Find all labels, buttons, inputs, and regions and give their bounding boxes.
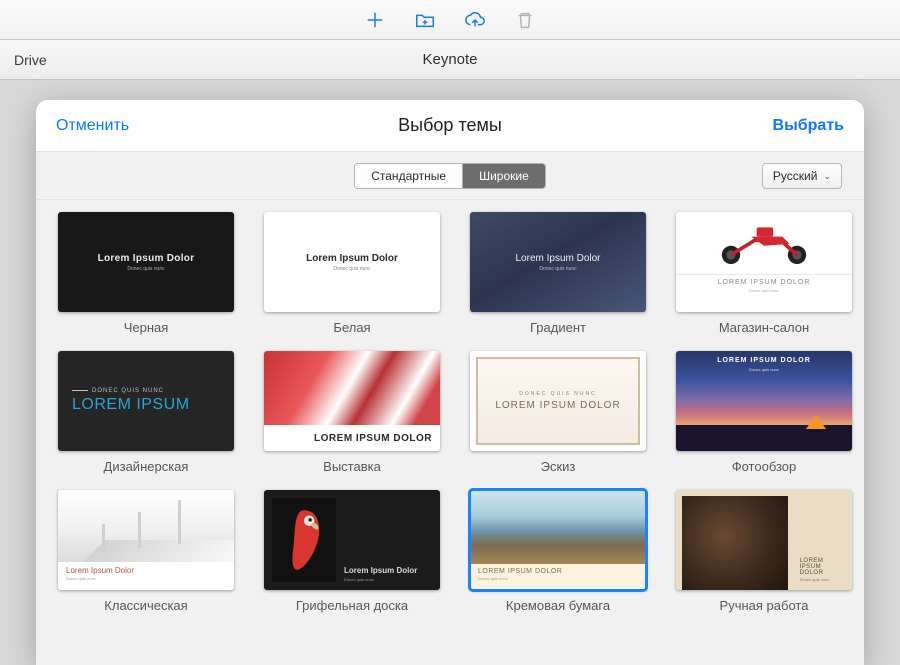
theme-label: Фотообзор — [732, 459, 797, 474]
theme-thumb: LOREM IPSUM DOLOR Donec quis nunc — [470, 490, 646, 590]
theme-item-photo-essay[interactable]: LOREM IPSUM DOLOR Donec quis nunc Фотооб… — [676, 351, 852, 474]
theme-thumb: Lorem Ipsum Dolor Donec quis nunc — [58, 490, 234, 590]
theme-thumb: DONEC QUIS NUNC LOREM IPSUM DOLOR — [470, 351, 646, 451]
chevron-down-icon: ⌄ — [823, 171, 831, 182]
theme-item-sketch[interactable]: DONEC QUIS NUNC LOREM IPSUM DOLOR Эскиз — [470, 351, 646, 474]
theme-label: Классическая — [104, 598, 187, 613]
theme-item-gradient[interactable]: Lorem Ipsum Dolor Donec quis nunc Градие… — [470, 212, 646, 335]
theme-label: Кремовая бумага — [506, 598, 610, 613]
panel-title: Выбор темы — [36, 115, 864, 136]
themes-scroll-area[interactable]: Lorem Ipsum Dolor Donec quis nunc Черная… — [36, 200, 864, 665]
segment-wide[interactable]: Широкие — [462, 164, 545, 188]
theme-thumb: DONEC QUIS NUNC LOREM IPSUM — [58, 351, 234, 451]
theme-thumb: Lorem Ipsum Dolor Donec quis nunc — [264, 490, 440, 590]
theme-item-showroom[interactable]: LOREM IPSUM DOLOR Donec quis nunc Магази… — [676, 212, 852, 335]
theme-thumb: LOREM IPSUM DOLOR Donec quis nunc — [676, 490, 852, 590]
parrot-icon — [272, 498, 336, 582]
aspect-segmented-control: Стандартные Широкие — [354, 163, 546, 189]
app-header: Drive Keynote — [0, 40, 900, 80]
theme-chooser-panel: Отменить Выбор темы Выбрать Стандартные … — [36, 100, 864, 665]
theme-item-slate[interactable]: Lorem Ipsum Dolor Donec quis nunc Грифел… — [264, 490, 440, 613]
theme-label: Грифельная доска — [296, 598, 408, 613]
theme-label: Белая — [333, 320, 370, 335]
segment-standard[interactable]: Стандартные — [355, 164, 462, 188]
system-toolbar — [0, 0, 900, 40]
theme-label: Дизайнерская — [104, 459, 189, 474]
language-dropdown[interactable]: Русский ⌄ — [762, 163, 842, 189]
plus-icon[interactable] — [364, 9, 386, 31]
theme-label: Ручная работа — [720, 598, 809, 613]
cancel-button[interactable]: Отменить — [56, 117, 129, 135]
app-title: Keynote — [0, 51, 900, 68]
choose-button[interactable]: Выбрать — [773, 117, 844, 135]
theme-item-black[interactable]: Lorem Ipsum Dolor Donec quis nunc Черная — [58, 212, 234, 335]
theme-thumb: Lorem Ipsum Dolor Donec quis nunc — [470, 212, 646, 312]
themes-grid: Lorem Ipsum Dolor Donec quis nunc Черная… — [58, 212, 842, 613]
cloud-upload-icon[interactable] — [464, 9, 486, 31]
theme-thumb: LOREM IPSUM DOLOR — [264, 351, 440, 451]
theme-item-classic[interactable]: Lorem Ipsum Dolor Donec quis nunc Класси… — [58, 490, 234, 613]
theme-label: Магазин-салон — [719, 320, 809, 335]
location-label: Drive — [14, 52, 47, 68]
language-label: Русский — [773, 169, 818, 183]
theme-item-handmade[interactable]: LOREM IPSUM DOLOR Donec quis nunc Ручная… — [676, 490, 852, 613]
trash-icon — [514, 9, 536, 31]
theme-label: Градиент — [530, 320, 586, 335]
tent-icon — [806, 415, 826, 429]
theme-thumb: Lorem Ipsum Dolor Donec quis nunc — [58, 212, 234, 312]
panel-header: Отменить Выбор темы Выбрать — [36, 100, 864, 152]
controls-row: Стандартные Широкие Русский ⌄ — [36, 152, 864, 200]
theme-item-cream-paper[interactable]: LOREM IPSUM DOLOR Donec quis nunc Кремов… — [470, 490, 646, 613]
theme-item-white[interactable]: Lorem Ipsum Dolor Donec quis nunc Белая — [264, 212, 440, 335]
theme-item-designer[interactable]: DONEC QUIS NUNC LOREM IPSUM Дизайнерская — [58, 351, 234, 474]
motorcycle-icon — [676, 212, 852, 274]
theme-label: Выставка — [323, 459, 381, 474]
theme-label: Черная — [124, 320, 169, 335]
theme-thumb: Lorem Ipsum Dolor Donec quis nunc — [264, 212, 440, 312]
theme-label: Эскиз — [541, 459, 576, 474]
theme-thumb: LOREM IPSUM DOLOR Donec quis nunc — [676, 212, 852, 312]
theme-thumb: LOREM IPSUM DOLOR Donec quis nunc — [676, 351, 852, 451]
theme-item-exhibit[interactable]: LOREM IPSUM DOLOR Выставка — [264, 351, 440, 474]
new-folder-icon[interactable] — [414, 9, 436, 31]
